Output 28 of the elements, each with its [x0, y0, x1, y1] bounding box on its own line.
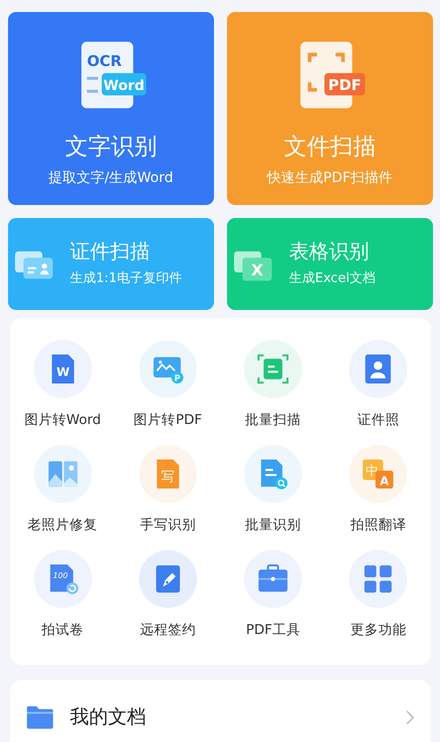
tool-label[interactable]: 老照片修复	[28, 517, 98, 534]
card-title: 文字识别	[64, 134, 157, 162]
chevron-right-icon	[406, 710, 415, 725]
card-title: 表格识别	[289, 239, 370, 264]
card-title: 文件扫描	[284, 134, 376, 162]
tool-label[interactable]: 手写识别	[140, 517, 196, 534]
card-title: 证件扫描	[70, 239, 151, 264]
card-subtitle: 生成1:1电子复印件	[70, 270, 182, 288]
tool-label[interactable]: 拍试卷	[42, 622, 84, 638]
card-subtitle: 提取文字/生成Word	[48, 168, 174, 188]
tool-label[interactable]: 批量扫描	[245, 412, 302, 428]
tool-label[interactable]: 远程签约	[140, 622, 196, 638]
tool-button[interactable]: W	[34, 340, 92, 398]
tool-label[interactable]: 批量识别	[245, 517, 302, 534]
scan-icon	[256, 352, 290, 386]
my-documents-row[interactable]: 我的文档	[10, 680, 431, 742]
tool-label[interactable]: 更多功能	[350, 622, 406, 638]
card-subtitle: 快速生成PDF扫描件	[267, 168, 392, 188]
tool-label[interactable]: 图片转PDF	[134, 412, 202, 428]
tool-label[interactable]: 图片转Word	[24, 412, 101, 428]
tool-label[interactable]: 证件照	[357, 412, 400, 428]
tool-button[interactable]: 100	[34, 550, 92, 608]
feature-card[interactable]: OCR Word 文字识别 提取文字/生成Word	[8, 12, 214, 205]
tool-label[interactable]: PDF工具	[246, 622, 300, 638]
folder-icon	[26, 705, 54, 730]
card-subtitle: 生成Excel文档	[289, 270, 376, 288]
my-documents-label: 我的文档	[70, 705, 147, 730]
tool-label[interactable]: 拍照翻译	[350, 517, 406, 534]
